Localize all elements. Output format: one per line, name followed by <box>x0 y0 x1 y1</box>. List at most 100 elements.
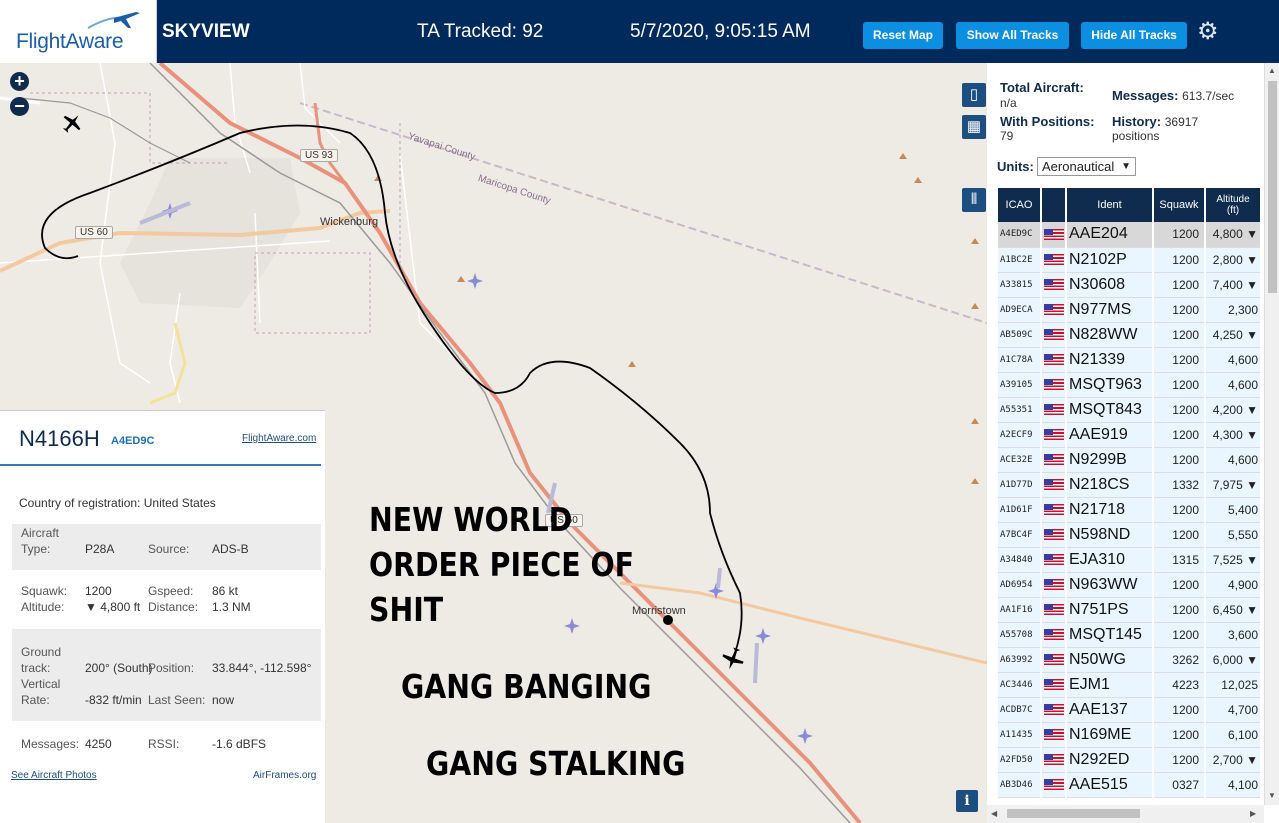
route-shield: US 60 <box>75 226 113 239</box>
table-row[interactable]: A7BC4F N598ND 1200 5,550 <box>998 522 1262 548</box>
table-row[interactable]: A1C78A N21339 1200 4,600 <box>998 347 1262 373</box>
altitude-cell: 6,450 ▼ <box>1205 597 1262 623</box>
overlay-text: SHIT <box>369 590 444 629</box>
ident-cell: AAE919 <box>1066 422 1154 448</box>
scroll-up-icon[interactable]: ▲ <box>1268 66 1276 75</box>
altitude-cell: 6,000 ▼ <box>1205 647 1262 673</box>
ident-cell: N2102P <box>1066 247 1154 273</box>
table-row[interactable]: AC3446 EJM1 4223 12,025 <box>998 672 1262 698</box>
aircraft-icon[interactable] <box>60 111 84 135</box>
squawk-cell: 1200 <box>1153 572 1206 598</box>
table-row[interactable]: AB3D46 AAE515 0327 4,100 <box>998 772 1262 798</box>
table-row[interactable]: A55351 MSQT843 1200 4,200 ▼ <box>998 397 1262 423</box>
altitude-cell: 4,200 ▼ <box>1205 397 1262 423</box>
reset-map-button[interactable]: Reset Map <box>863 22 943 49</box>
table-row[interactable]: AD9ECA N977MS 1200 2,300 <box>998 297 1262 323</box>
gear-icon[interactable]: ⚙ <box>1197 20 1219 44</box>
icao-cell: A55708 <box>998 622 1042 648</box>
table-row[interactable]: A55708 MSQT145 1200 3,600 <box>998 622 1262 648</box>
ground-track-label: track: <box>21 661 51 675</box>
last-seen-label: Last Seen: <box>148 693 206 707</box>
aircraft-type-label: Type: <box>21 542 51 556</box>
altitude-cell: 4,600 <box>1205 372 1262 398</box>
column-header-flag[interactable] <box>1041 188 1067 222</box>
icao-cell: A1D61F <box>998 497 1042 523</box>
tracked-count: TA Tracked: 92 <box>417 21 544 42</box>
position-value: 33.844°, -112.598° <box>212 661 312 675</box>
map-layers-icon[interactable]: ▯ <box>962 83 986 107</box>
us-flag-icon <box>1044 603 1064 615</box>
scroll-right-icon[interactable]: ▶ <box>1250 809 1256 818</box>
flag-cell <box>1041 372 1067 398</box>
airframes-link[interactable]: AirFrames.org <box>253 770 316 781</box>
icao-cell: A39105 <box>998 372 1042 398</box>
overlay-text: ORDER PIECE OF <box>369 545 635 584</box>
selected-aircraft-icon[interactable] <box>720 646 746 672</box>
flightaware-link[interactable]: FlightAware.com <box>242 433 316 444</box>
zoom-in-button[interactable]: + <box>10 72 29 91</box>
flag-cell <box>1041 422 1067 448</box>
squawk-cell: 3262 <box>1153 647 1206 673</box>
columns-icon[interactable]: ⦀ <box>962 188 986 212</box>
squawk-cell: 1315 <box>1153 547 1206 573</box>
table-row[interactable]: AD6954 N963WW 1200 4,900 <box>998 572 1262 598</box>
table-row[interactable]: A11435 N169ME 1200 6,100 <box>998 722 1262 748</box>
us-flag-icon <box>1044 278 1064 290</box>
us-flag-icon <box>1044 628 1064 640</box>
altitude-cell: 3,600 <box>1205 622 1262 648</box>
aircraft-photos-link[interactable]: See Aircraft Photos <box>11 770 97 781</box>
scrollbar-thumb[interactable] <box>1268 81 1277 293</box>
us-flag-icon <box>1044 353 1064 365</box>
table-row[interactable]: A34840 EJA310 1315 7,525 ▼ <box>998 547 1262 573</box>
icao-cell: AA1F16 <box>998 597 1042 623</box>
scroll-down-icon[interactable]: ▼ <box>1268 791 1276 800</box>
hide-all-tracks-button[interactable]: Hide All Tracks <box>1081 22 1187 49</box>
app-name: SKYVIEW <box>162 21 250 42</box>
squawk-cell: 1200 <box>1153 222 1206 248</box>
us-flag-icon <box>1044 428 1064 440</box>
icao-cell: ACE32E <box>998 447 1042 473</box>
ident-cell: N828WW <box>1066 322 1154 348</box>
column-header-altitude[interactable]: Altitude (ft) <box>1205 188 1262 222</box>
aircraft-list-panel: Total Aircraft: n/a Messages: 613.7/sec … <box>987 63 1279 823</box>
table-row[interactable]: ACE32E N9299B 1200 4,600 <box>998 447 1262 473</box>
zoom-out-button[interactable]: − <box>10 97 29 116</box>
flag-cell <box>1041 297 1067 323</box>
table-row[interactable]: A1D77D N218CS 1332 7,975 ▼ <box>998 472 1262 498</box>
position-label: Position: <box>148 661 195 675</box>
flag-cell <box>1041 472 1067 498</box>
table-row[interactable]: A2ECF9 AAE919 1200 4,300 ▼ <box>998 422 1262 448</box>
show-all-tracks-button[interactable]: Show All Tracks <box>956 22 1069 49</box>
ident-cell: N977MS <box>1066 297 1154 323</box>
column-header-squawk[interactable]: Squawk <box>1153 188 1206 222</box>
table-row[interactable]: A1D61F N21718 1200 5,400 <box>998 497 1262 523</box>
table-row[interactable]: ACDB7C AAE137 1200 4,700 <box>998 697 1262 723</box>
table-row[interactable]: AA1F16 N751PS 1200 6,450 ▼ <box>998 597 1262 623</box>
flightaware-logo[interactable]: FlightAware <box>0 0 157 63</box>
us-flag-icon <box>1044 378 1064 390</box>
table-row[interactable]: A33815 N30608 1200 7,400 ▼ <box>998 272 1262 298</box>
overlay-text: GANG BANGING <box>401 667 652 706</box>
table-row[interactable]: A1BC2E N2102P 1200 2,800 ▼ <box>998 247 1262 273</box>
us-flag-icon <box>1044 228 1064 240</box>
place-label: Wickenburg <box>320 216 379 228</box>
column-header-ident[interactable]: Ident <box>1066 188 1154 222</box>
horizontal-scrollbar[interactable]: ◀ ▶ <box>987 805 1264 823</box>
column-header-icao[interactable]: ICAO <box>998 188 1042 222</box>
divider <box>0 464 321 466</box>
vertical-scrollbar[interactable]: ▲ ▼ <box>1264 63 1279 805</box>
table-row[interactable]: A63992 N50WG 3262 6,000 ▼ <box>998 647 1262 673</box>
info-button[interactable]: i <box>956 790 978 812</box>
flag-cell <box>1041 772 1067 798</box>
table-row[interactable]: AB509C N828WW 1200 4,250 ▼ <box>998 322 1262 348</box>
grid-icon[interactable]: ▦ <box>962 115 986 139</box>
scrollbar-thumb[interactable] <box>1007 809 1140 818</box>
scroll-left-icon[interactable]: ◀ <box>991 809 997 818</box>
table-row[interactable]: A39105 MSQT963 1200 4,600 <box>998 372 1262 398</box>
messages-value: 4250 <box>85 737 112 751</box>
table-row[interactable]: A4ED9C AAE204 1200 4,800 ▼ <box>998 222 1262 248</box>
table-row[interactable]: A2FD50 N292ED 1200 2,700 ▼ <box>998 747 1262 773</box>
ident-cell: N598ND <box>1066 522 1154 548</box>
total-aircraft-value: n/a <box>1000 96 1017 110</box>
units-select[interactable]: Aeronautical ▼ <box>1037 157 1136 176</box>
